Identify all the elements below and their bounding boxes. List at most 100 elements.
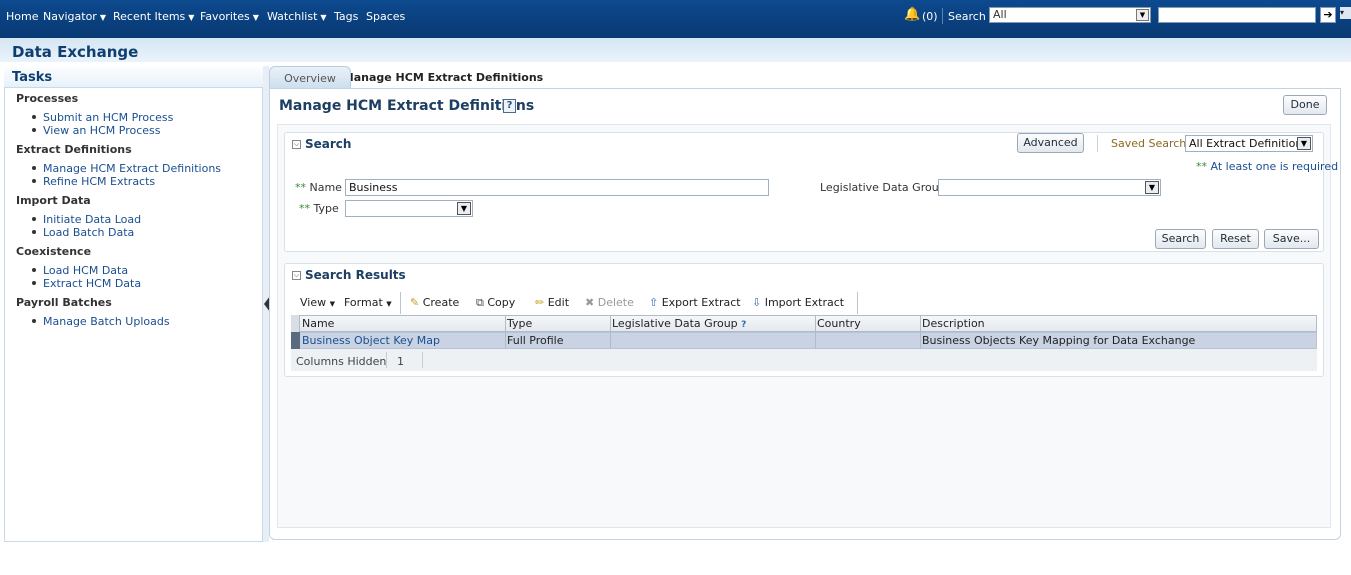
create-button[interactable]: ✎ Create xyxy=(410,296,459,309)
help-icon[interactable]: ? xyxy=(503,99,516,113)
global-search-value xyxy=(1159,8,1162,21)
nav-watchlist[interactable]: Watchlist ▼ xyxy=(267,10,327,23)
bullet xyxy=(32,319,36,323)
tab-manage-hcm-extract-definitions[interactable]: Manage HCM Extract Definitions xyxy=(351,66,587,88)
nav-spaces[interactable]: Spaces xyxy=(366,10,405,23)
help-icon[interactable]: ? xyxy=(741,320,746,330)
tab-overview[interactable]: Overview xyxy=(269,66,351,88)
copy-label: Copy xyxy=(487,296,516,309)
delete-button[interactable]: ✖ Delete xyxy=(585,296,634,309)
column-header-ldg[interactable]: Legislative Data Group ? xyxy=(612,317,746,330)
ldg-label: Legislative Data Group xyxy=(820,181,946,194)
name-label: ** Name xyxy=(295,181,342,194)
page-title: Manage HCM Extract Definitions xyxy=(279,98,535,114)
column-divider xyxy=(815,315,816,349)
task-link-manage-batch-uploads[interactable]: Manage Batch Uploads xyxy=(43,315,170,328)
cell-name-link[interactable]: Business Object Key Map xyxy=(302,334,440,347)
column-header-description[interactable]: Description xyxy=(922,317,985,330)
saved-search-label: Saved Search xyxy=(1111,137,1187,150)
nav-tags[interactable]: Tags xyxy=(334,10,358,23)
search-button[interactable]: Search xyxy=(1155,229,1206,249)
column-divider xyxy=(505,315,506,349)
copy-icon: ⧉ xyxy=(476,296,484,309)
export-label: Export Extract xyxy=(661,296,741,309)
columns-hidden-label: Columns Hidden xyxy=(296,355,387,368)
saved-search-select[interactable]: All Extract Definitions ▼ xyxy=(1185,135,1313,152)
advanced-button[interactable]: Advanced xyxy=(1017,133,1084,153)
task-link-extract-hcm-data[interactable]: Extract HCM Data xyxy=(43,277,141,290)
import-icon: ⇩ xyxy=(752,296,762,309)
app-header xyxy=(0,38,1351,62)
view-menu[interactable]: View ▼ xyxy=(300,296,335,309)
column-divider xyxy=(920,315,921,349)
task-link-load-hcm-data[interactable]: Load HCM Data xyxy=(43,264,128,277)
format-menu-label: Format xyxy=(344,296,383,309)
type-select[interactable]: ▼ xyxy=(345,200,473,217)
task-link-initiate-data-load[interactable]: Initiate Data Load xyxy=(43,213,141,226)
chevron-down-icon[interactable]: ▼ xyxy=(457,202,471,215)
import-label: Import Extract xyxy=(764,296,845,309)
nav-watchlist-label: Watchlist xyxy=(267,10,318,23)
required-marker: ** xyxy=(295,181,306,194)
ldg-select[interactable]: ▼ xyxy=(938,179,1161,196)
type-label: ** Type xyxy=(299,202,339,215)
copy-button[interactable]: ⧉ Copy xyxy=(476,296,515,310)
chevron-down-icon[interactable]: ▼ xyxy=(1145,181,1159,194)
bullet xyxy=(32,115,36,119)
nav-recent-items[interactable]: Recent Items ▼ xyxy=(113,10,194,23)
chevron-down-icon[interactable]: ▼ xyxy=(1136,9,1149,21)
task-link-view-hcm-process[interactable]: View an HCM Process xyxy=(43,124,160,137)
columns-hidden-count: 1 xyxy=(397,355,404,368)
divider xyxy=(422,352,423,368)
format-menu[interactable]: Format ▼ xyxy=(344,296,392,309)
divider xyxy=(386,352,387,368)
required-note-text: At least one is required xyxy=(1210,160,1339,173)
column-header-type[interactable]: Type xyxy=(507,317,532,330)
bell-icon[interactable]: 🔔 xyxy=(904,7,920,22)
chevron-down-icon: ▼ xyxy=(252,13,259,22)
task-link-manage-hcm-extract-definitions[interactable]: Manage HCM Extract Definitions xyxy=(43,162,221,175)
global-header: Home Navigator ▼ Recent Items ▼ Favorites ▼… xyxy=(0,0,1351,38)
cell-type: Full Profile xyxy=(507,334,564,347)
column-header-country[interactable]: Country xyxy=(817,317,861,330)
app-title: Data Exchange xyxy=(12,43,139,61)
divider xyxy=(942,8,943,24)
nav-recent-items-label: Recent Items xyxy=(113,10,186,23)
save-button[interactable]: Save... xyxy=(1264,229,1319,249)
row-header-cell xyxy=(291,315,300,332)
name-input[interactable]: Business xyxy=(345,179,769,196)
nav-home[interactable]: Home xyxy=(6,10,38,23)
bullet xyxy=(32,230,36,234)
task-link-submit-hcm-process[interactable]: Submit an HCM Process xyxy=(43,111,173,124)
required-marker: ** xyxy=(299,202,310,215)
import-extract-button[interactable]: ⇩ Import Extract xyxy=(752,296,844,309)
edit-button[interactable]: ✏ Edit xyxy=(535,296,569,309)
task-group-processes: Processes xyxy=(16,92,79,105)
search-label: Search xyxy=(948,10,986,23)
go-arrow-icon[interactable]: ➔ xyxy=(1320,7,1336,23)
column-header-ldg-label: Legislative Data Group xyxy=(612,317,738,330)
export-extract-button[interactable]: ⇧ Export Extract xyxy=(649,296,741,309)
type-value xyxy=(346,202,349,215)
chevron-down-icon[interactable]: ▼ xyxy=(1297,137,1311,150)
done-button[interactable]: Done xyxy=(1283,95,1327,115)
column-header-name[interactable]: Name xyxy=(302,317,334,330)
create-label: Create xyxy=(422,296,460,309)
notifications-count[interactable]: (0) xyxy=(922,10,938,23)
reset-button[interactable]: Reset xyxy=(1212,229,1259,249)
collapse-toggle-icon[interactable]: ⌵ xyxy=(292,271,301,280)
row-selector[interactable] xyxy=(291,332,300,349)
nav-favorites-label: Favorites xyxy=(200,10,250,23)
nav-navigator[interactable]: Navigator ▼ xyxy=(43,10,106,23)
collapse-toggle-icon[interactable]: ⌵ xyxy=(292,140,301,149)
global-search-input[interactable] xyxy=(1158,7,1316,23)
saved-search-value: All Extract Definitions xyxy=(1189,137,1309,150)
nav-navigator-label: Navigator xyxy=(43,10,97,23)
required-marker: ** xyxy=(1196,160,1207,173)
task-link-refine-hcm-extracts[interactable]: Refine HCM Extracts xyxy=(43,175,155,188)
task-link-load-batch-data[interactable]: Load Batch Data xyxy=(43,226,134,239)
nav-favorites[interactable]: Favorites ▼ xyxy=(200,10,259,23)
tab-manage-label: Manage HCM Extract Definitions xyxy=(342,71,544,84)
user-menu-icon[interactable]: ▾ xyxy=(1340,7,1351,19)
search-scope-select[interactable]: All ▼ xyxy=(989,7,1151,23)
